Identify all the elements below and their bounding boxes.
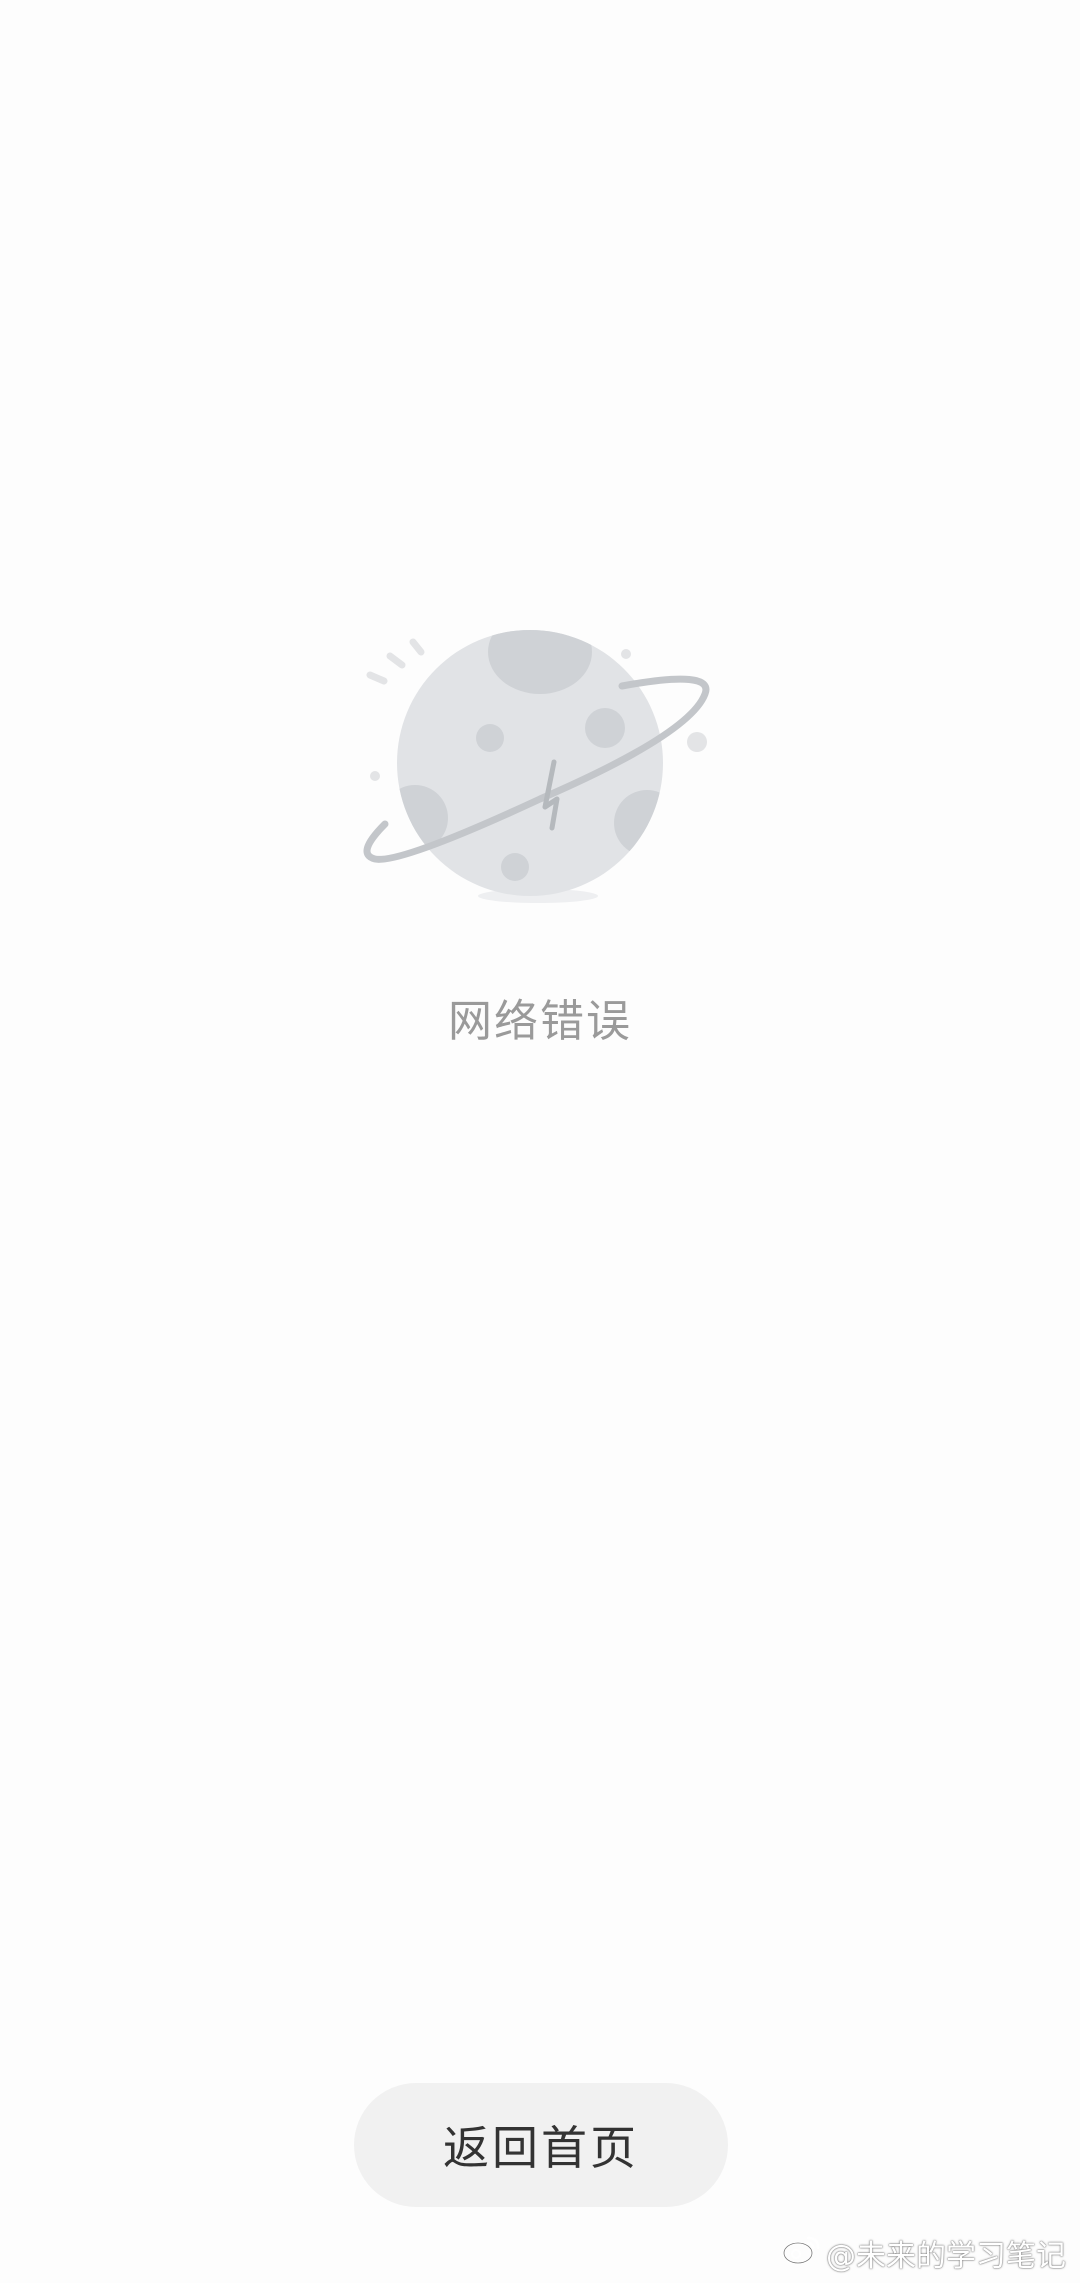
- weibo-icon: [782, 2232, 822, 2274]
- watermark-text: @未来的学习笔记: [826, 2239, 1066, 2274]
- error-message: 网络错误: [448, 996, 632, 1047]
- back-to-home-button[interactable]: 返回首页: [354, 2083, 728, 2207]
- broken-planet-icon: [360, 620, 720, 920]
- watermark: @未来的学习笔记: [782, 2231, 1066, 2275]
